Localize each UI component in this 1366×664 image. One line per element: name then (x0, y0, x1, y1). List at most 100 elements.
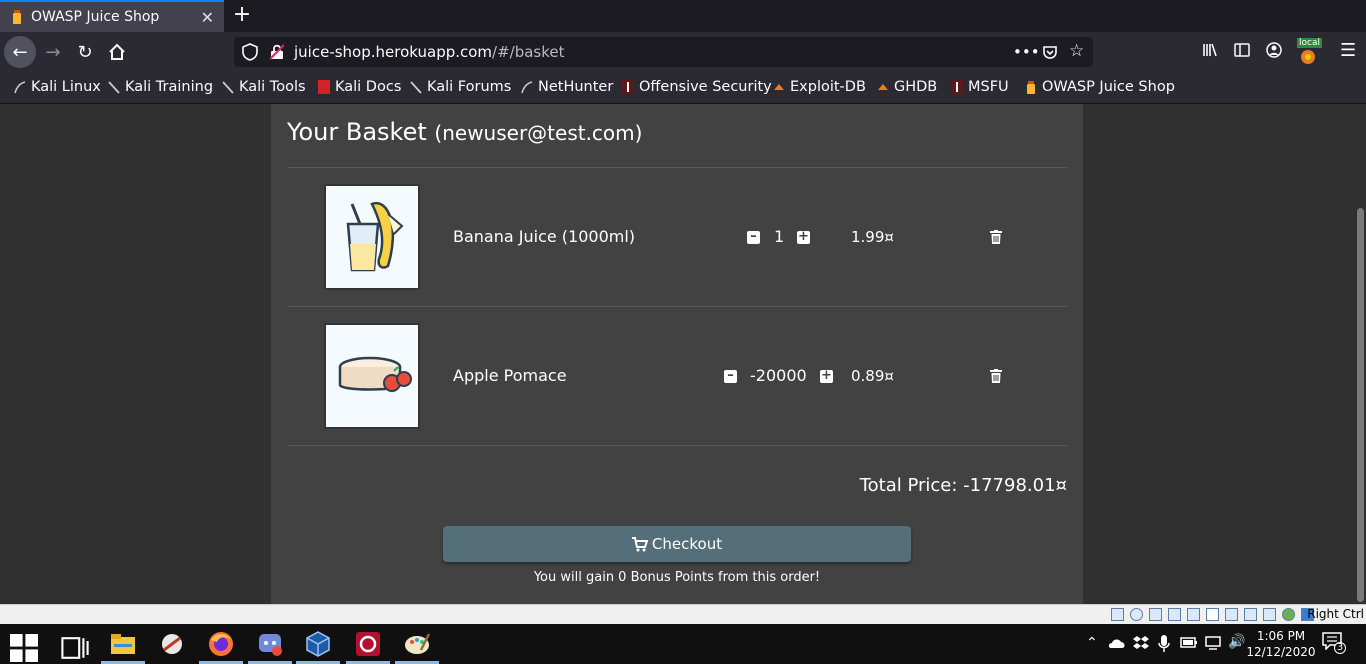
vm-audio-icon[interactable] (1149, 608, 1162, 621)
bookmark-star-icon[interactable]: ☆ (1069, 41, 1084, 61)
bookmark-kali-training[interactable]: Kali Training (108, 79, 213, 95)
onedrive-icon[interactable] (1108, 637, 1126, 649)
snipping-tool-icon[interactable] (158, 630, 186, 658)
insecure-lock-icon[interactable] (270, 44, 284, 60)
bookmarks-toolbar: Kali Linux Kali Training Kali Tools Kali… (0, 72, 1366, 104)
bookmark-msfu[interactable]: MSFU (951, 79, 1009, 95)
vm-cpu-icon[interactable] (1263, 608, 1276, 621)
kali-dragon-icon (410, 80, 422, 94)
bookmark-offensive-security[interactable]: Offensive Security (622, 79, 772, 95)
vm-status-bar: Right Ctrl (0, 604, 1366, 624)
library-icon[interactable] (1202, 42, 1218, 58)
host-key-label: Right Ctrl (1307, 607, 1364, 621)
reload-button[interactable]: ↻ (69, 36, 101, 68)
bookmark-owasp-juice-shop[interactable]: OWASP Juice Shop (1025, 79, 1175, 95)
bookmark-nethunter[interactable]: NetHunter (521, 79, 613, 95)
clock-date: 12/12/2020 (1246, 645, 1316, 659)
close-tab-icon[interactable]: ✕ (201, 8, 214, 27)
bookmark-ghdb[interactable]: GHDB (877, 79, 937, 95)
debian-vm-icon[interactable] (354, 630, 382, 658)
offsec-icon (951, 80, 963, 94)
product-image-apple-pomace (324, 323, 420, 429)
bookmark-kali-docs[interactable]: Kali Docs (318, 79, 401, 95)
battery-icon[interactable] (1180, 635, 1198, 649)
tab-title: OWASP Juice Shop (31, 9, 160, 25)
decrease-quantity-button[interactable]: – (747, 230, 760, 244)
divider (287, 167, 1067, 168)
file-explorer-icon[interactable] (109, 630, 137, 658)
product-image-banana-juice (324, 184, 420, 290)
volume-icon[interactable]: 🔊 (1228, 634, 1245, 650)
menu-hamburger-icon[interactable]: ☰ (1340, 40, 1356, 61)
page-scrollbar[interactable] (1354, 104, 1366, 604)
reload-icon: ↻ (77, 41, 93, 63)
bookmark-kali-tools[interactable]: Kali Tools (222, 79, 306, 95)
checkout-button[interactable]: Checkout (443, 526, 911, 562)
user-email: (newuser@test.com) (434, 121, 643, 145)
checkout-label: Checkout (651, 535, 723, 553)
vm-recording-icon[interactable] (1244, 608, 1257, 621)
system-clock[interactable]: 1:06 PM 12/12/2020 (1246, 628, 1316, 660)
nethunter-icon (521, 80, 533, 94)
cart-icon (631, 536, 648, 551)
windows-start-icon[interactable] (10, 634, 38, 662)
sidebar-icon[interactable] (1234, 42, 1250, 58)
product-name: Banana Juice (1000ml) (453, 227, 636, 246)
quantity-value: 1 (774, 227, 785, 246)
windows-taskbar: ⌃ 🔊 1:06 PM 12/12/2020 3 (0, 624, 1366, 664)
exploit-db-icon (773, 80, 785, 94)
navigation-toolbar: ← → ↻ juice-shop.herokuapp.com/#/basket … (0, 32, 1366, 72)
product-name: Apple Pomace (453, 366, 567, 385)
page-actions-icon[interactable]: ••• (1013, 43, 1040, 61)
vm-usb-icon[interactable] (1187, 608, 1200, 621)
network-icon[interactable] (1205, 635, 1223, 651)
tab-bar: OWASP Juice Shop ✕ + (0, 0, 1366, 32)
extension-badge: local (1297, 38, 1322, 48)
pocket-icon[interactable] (1042, 44, 1058, 60)
vm-storage-icon[interactable] (1111, 608, 1124, 621)
divider (287, 445, 1067, 446)
vm-guest-additions-icon[interactable] (1282, 608, 1295, 621)
kali-dragon-icon (108, 80, 120, 94)
bonus-points-text: You will gain 0 Bonus Points from this o… (533, 570, 821, 585)
show-hidden-icons-chevron-icon[interactable]: ⌃ (1086, 635, 1098, 651)
product-price: 1.99¤ (851, 228, 894, 246)
page-title: Your Basket (newuser@test.com) (287, 118, 643, 146)
account-icon[interactable] (1266, 42, 1282, 58)
delete-item-trash-icon[interactable] (990, 369, 1002, 383)
arrow-right-icon: → (45, 41, 61, 63)
offsec-icon (622, 80, 634, 94)
quantity-value: -20000 (750, 366, 807, 385)
clock-time: 1:06 PM (1256, 629, 1306, 643)
bookmark-exploit-db[interactable]: Exploit-DB (773, 79, 866, 95)
kali-dragon-icon (14, 80, 26, 94)
virtualbox-icon[interactable] (304, 630, 332, 658)
new-tab-button[interactable]: + (230, 2, 254, 30)
vm-shared-folders-icon[interactable] (1206, 608, 1219, 621)
decrease-quantity-button[interactable]: – (724, 369, 737, 383)
increase-quantity-button[interactable]: + (797, 230, 810, 244)
scrollbar-thumb[interactable] (1357, 208, 1364, 602)
vm-optical-icon[interactable] (1130, 608, 1143, 621)
paint-icon[interactable] (403, 630, 431, 658)
bookmark-kali-forums[interactable]: Kali Forums (410, 79, 511, 95)
divider (287, 306, 1067, 307)
microphone-icon[interactable] (1158, 635, 1170, 653)
dropbox-icon[interactable] (1133, 635, 1149, 651)
extension-button[interactable]: local (1297, 38, 1322, 66)
action-center-button[interactable]: 3 (1322, 632, 1346, 656)
tab-owasp-juice-shop[interactable]: OWASP Juice Shop ✕ (0, 0, 224, 32)
bookmark-kali-linux[interactable]: Kali Linux (14, 79, 101, 95)
task-view-icon[interactable] (61, 634, 89, 662)
discord-icon[interactable] (256, 630, 284, 658)
forward-button[interactable]: → (37, 36, 69, 68)
back-button[interactable]: ← (4, 36, 36, 68)
vm-display-icon[interactable] (1225, 608, 1238, 621)
home-button[interactable] (101, 36, 133, 68)
shield-icon[interactable] (242, 43, 258, 61)
vm-network-icon[interactable] (1168, 608, 1181, 621)
url-bar[interactable]: juice-shop.herokuapp.com/#/basket ••• ☆ (234, 37, 1093, 67)
delete-item-trash-icon[interactable] (990, 230, 1002, 244)
firefox-icon[interactable] (207, 630, 235, 658)
increase-quantity-button[interactable]: + (820, 369, 833, 383)
